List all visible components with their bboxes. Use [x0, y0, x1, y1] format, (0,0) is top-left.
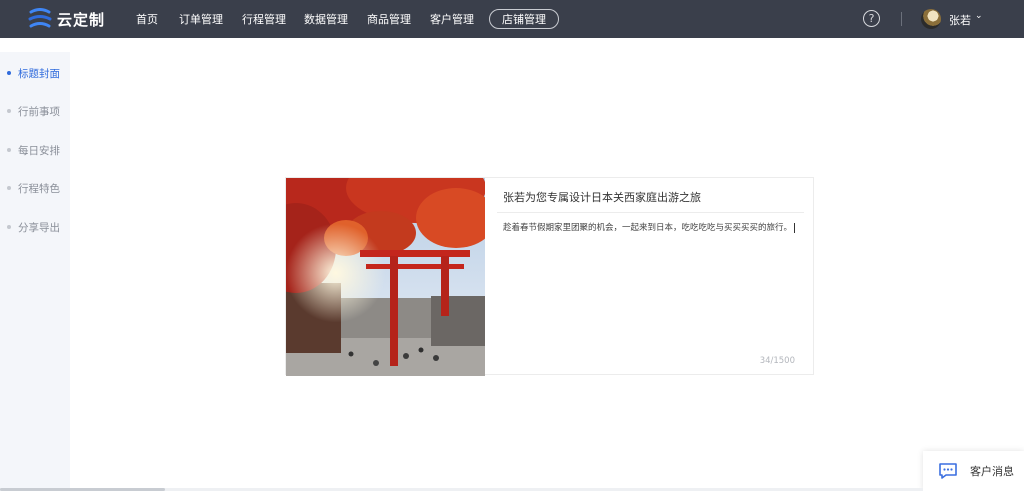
cover-image[interactable]: [286, 178, 485, 376]
sidebar-item-features[interactable]: 行程特色: [0, 178, 70, 198]
cover-card: 张若为您专属设计日本关西家庭出游之旅 趁着春节假期家里团聚的机会，一起来到日本，…: [285, 177, 814, 376]
cover-description-text: 趁着春节假期家里团聚的机会，一起来到日本，吃吃吃吃与买买买买的旅行。: [503, 223, 793, 233]
char-counter: 34/1500: [759, 356, 795, 366]
help-icon[interactable]: ?: [863, 10, 880, 27]
nav-item-itinerary[interactable]: 行程管理: [242, 11, 286, 27]
nav-item-home[interactable]: 首页: [136, 11, 158, 27]
app-logo[interactable]: 云定制: [27, 8, 105, 30]
chat-icon: [939, 463, 957, 479]
nav-item-customers[interactable]: 客户管理: [430, 11, 474, 27]
user-name[interactable]: 张若: [949, 12, 971, 28]
inactive-dot: [7, 225, 11, 229]
sidebar-item-label: 每日安排: [18, 144, 60, 157]
text-cursor: [794, 222, 796, 233]
logo-text: 云定制: [57, 10, 106, 29]
top-nav-bar: 云定制 首页 订单管理 行程管理 数据管理 商品管理 客户管理 店铺管理 ? 张…: [0, 0, 1024, 38]
cover-title[interactable]: 张若为您专属设计日本关西家庭出游之旅: [503, 189, 701, 205]
logo-icon: [28, 8, 52, 28]
store-management-button[interactable]: 店铺管理: [489, 9, 559, 29]
sidebar-item-share[interactable]: 分享导出: [0, 217, 70, 237]
sidebar-item-pretrip[interactable]: 行前事项: [0, 101, 70, 121]
nav-item-data[interactable]: 数据管理: [304, 11, 348, 27]
header-divider: [901, 12, 902, 26]
cover-description-field[interactable]: 趁着春节假期家里团聚的机会，一起来到日本，吃吃吃吃与买买买买的旅行。: [503, 221, 796, 233]
nav-item-products[interactable]: 商品管理: [367, 11, 411, 27]
sidebar-item-label: 行前事项: [18, 105, 60, 118]
active-dot: [7, 71, 11, 75]
sidebar-item-label: 分享导出: [18, 221, 60, 234]
sidebar-item-label: 行程特色: [18, 182, 60, 195]
card-divider: [497, 212, 804, 213]
inactive-dot: [7, 186, 11, 190]
chevron-down-icon[interactable]: ⌄: [975, 11, 983, 21]
sidebar-item-label: 标题封面: [18, 67, 60, 80]
nav-item-orders[interactable]: 订单管理: [179, 11, 223, 27]
sidebar-item-cover[interactable]: 标题封面: [0, 63, 70, 83]
customer-messages-button[interactable]: 客户消息: [923, 451, 1024, 491]
inactive-dot: [7, 109, 11, 113]
inactive-dot: [7, 148, 11, 152]
chat-label: 客户消息: [970, 465, 1014, 478]
avatar[interactable]: [921, 9, 941, 29]
sidebar-item-daily[interactable]: 每日安排: [0, 140, 70, 160]
sidebar: 标题封面 行前事项 每日安排 行程特色 分享导出: [0, 52, 70, 491]
